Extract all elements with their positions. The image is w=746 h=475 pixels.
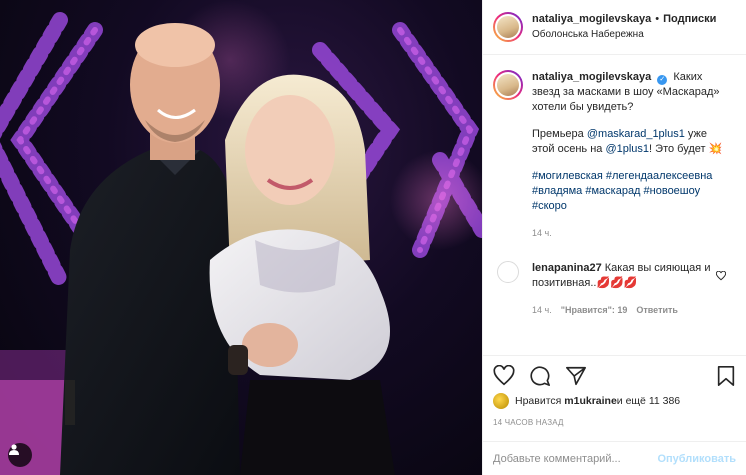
comments-area: nataliya_mogilevskaya ✓ Каких звезд за м…: [483, 56, 746, 354]
likes-prefix: Нравится: [515, 395, 562, 407]
person-icon: [9, 444, 19, 455]
caption-author-username[interactable]: nataliya_mogilevskaya: [532, 71, 651, 83]
reply-button[interactable]: Ответить: [636, 303, 678, 318]
author-avatar[interactable]: [493, 12, 523, 42]
liker-avatar[interactable]: [493, 393, 509, 409]
author-username[interactable]: nataliya_mogilevskaya: [532, 12, 651, 27]
likes-summary: Нравится m1ukraine и ещё 11 386: [493, 393, 736, 409]
mention-link-maskarad[interactable]: @maskarad_1plus1: [587, 128, 685, 140]
caption-text: ! Это будет: [649, 143, 709, 155]
post-header: nataliya_mogilevskaya • Подписки Оболонс…: [483, 0, 746, 55]
comment-time[interactable]: 14 ч.: [532, 303, 552, 318]
separator-dot: •: [655, 13, 660, 25]
add-comment-bar: Опубликовать: [483, 441, 746, 475]
commenter-avatar[interactable]: [497, 261, 519, 283]
caption: nataliya_mogilevskaya ✓ Каких звезд за м…: [493, 70, 736, 241]
caption-time[interactable]: 14 ч.: [532, 226, 732, 241]
mention-link-1plus1[interactable]: @1plus1: [605, 143, 649, 155]
comment-bubble-icon[interactable]: [529, 365, 551, 387]
comment-item: lenapanina27 Какая вы сияющая и позитивн…: [493, 261, 736, 318]
likes-count-text[interactable]: и ещё 11 386: [617, 395, 680, 407]
post-photo[interactable]: [0, 0, 482, 475]
caption-author-avatar[interactable]: [493, 70, 523, 100]
comment-input[interactable]: [493, 452, 658, 465]
user-tag-button[interactable]: [8, 443, 32, 467]
photo-illustration: [0, 0, 482, 475]
bookmark-icon[interactable]: [716, 365, 736, 387]
caption-paragraph-2: Премьера @maskarad_1plus1 уже этой осень…: [532, 127, 732, 157]
liker-username[interactable]: m1ukraine: [564, 395, 617, 407]
commenter-username[interactable]: lenapanina27: [532, 262, 602, 274]
kiss-emoji: 💋💋💋: [596, 277, 638, 289]
publish-button[interactable]: Опубликовать: [657, 453, 736, 465]
comment-like-heart-icon[interactable]: [715, 270, 727, 284]
collision-emoji: 💥: [708, 143, 723, 155]
comment-meta: 14 ч. "Нравится": 19 Ответить: [532, 303, 712, 318]
share-paper-plane-icon[interactable]: [565, 365, 587, 387]
hashtags[interactable]: #могилевская #легендаалексеевна #владяма…: [532, 169, 732, 214]
comment-likes-count[interactable]: "Нравится": 19: [561, 303, 628, 318]
action-bar: [483, 355, 746, 395]
post-timestamp[interactable]: 14 ЧАСОВ НАЗАД: [493, 418, 564, 427]
following-button[interactable]: Подписки: [663, 12, 716, 27]
caption-text: Премьера: [532, 128, 587, 140]
location-link[interactable]: Оболонська Набережна: [532, 27, 716, 42]
verified-badge-icon: ✓: [657, 75, 668, 85]
like-heart-icon[interactable]: [493, 364, 515, 387]
post-details-panel: nataliya_mogilevskaya • Подписки Оболонс…: [482, 0, 746, 475]
